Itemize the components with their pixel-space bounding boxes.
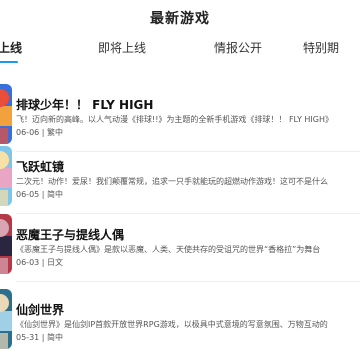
divider bbox=[16, 281, 360, 282]
game-date-language: 05-31 | 简中 bbox=[16, 333, 64, 342]
tab-label: 新上线 bbox=[0, 41, 23, 55]
game-description: 二次元！动作！爱尿！我们颠覆常规，追求一只手就能玩的超燃动作游戏！这可不是什么 bbox=[16, 177, 328, 186]
game-title: 仙剑世界 bbox=[16, 303, 65, 317]
game-date-language: 06-05 | 简中 bbox=[16, 190, 64, 199]
tab-label: 特别期 bbox=[303, 41, 340, 55]
game-title: 飞跃虹镜 bbox=[16, 160, 65, 174]
tab-special[interactable]: 特别期 bbox=[303, 36, 339, 64]
game-date-language: 06-03 | 日文 bbox=[16, 258, 64, 267]
tab-upcoming[interactable]: 即将上线 bbox=[98, 36, 146, 64]
game-description: 飞！迈向新的高峰。以人气动漫《排球!!》为主题的全新手机游戏《排球！！ FLY … bbox=[16, 115, 333, 124]
tab-label: 即将上线 bbox=[98, 41, 147, 55]
game-list-item[interactable]: 飞跃虹镜 二次元！动作！爱尿！我们颠覆常规，追求一只手就能玩的超燃动作游戏！这可… bbox=[0, 146, 360, 218]
game-cover-image bbox=[0, 289, 12, 349]
tab-new-release[interactable]: 新上线 bbox=[0, 36, 22, 64]
page-title: 最新游戏 bbox=[150, 11, 210, 27]
cover-art bbox=[0, 289, 12, 349]
page-header: 最新游戏 bbox=[0, 0, 360, 36]
game-date-language: 06-06 | 繁中 bbox=[16, 128, 64, 137]
active-tab-indicator bbox=[0, 61, 19, 63]
game-title: 恶魔王子与提线人偶 bbox=[16, 228, 125, 242]
game-cover-image bbox=[0, 84, 12, 144]
game-list-item[interactable]: 仙剑世界 《仙剑世界》是仙剑IP首款开放世界RPG游戏，以极具中式意境的写意氛围… bbox=[0, 289, 360, 360]
cover-art bbox=[0, 84, 12, 144]
cover-art bbox=[0, 214, 12, 274]
game-cover-image bbox=[0, 146, 12, 206]
game-title: 排球少年！！ FLY HIGH bbox=[16, 98, 154, 112]
game-list-item[interactable]: 恶魔王子与提线人偶 《恶魔王子与提线人偶》是款以恶魔、人类、天使共存的受诅咒的世… bbox=[0, 214, 360, 286]
tab-news-reveal[interactable]: 情报公开 bbox=[214, 36, 262, 64]
game-cover-image bbox=[0, 214, 12, 274]
cover-art bbox=[0, 146, 12, 206]
tab-label: 情报公开 bbox=[214, 41, 263, 55]
game-description: 《恶魔王子与提线人偶》是款以恶魔、人类、天使共存的受诅咒的世界“香格拉”为舞台 bbox=[16, 245, 321, 254]
game-description: 《仙剑世界》是仙剑IP首款开放世界RPG游戏，以极具中式意境的写意氛围、万物互动… bbox=[16, 320, 328, 329]
tab-bar: 新上线 即将上线 情报公开 特别期 bbox=[0, 36, 360, 64]
